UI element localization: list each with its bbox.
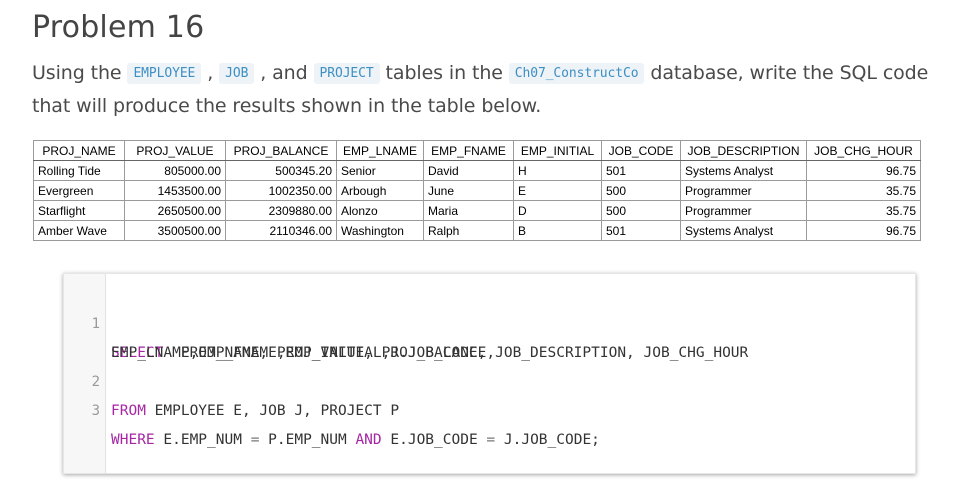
cell-emp-lname: Arbough [336,180,424,201]
cell-job-description: Programmer [680,200,807,221]
cell-job-code: 500 [601,180,681,201]
line-number: 3 [91,403,100,419]
cell-emp-initial: B [513,220,602,241]
where-operand: E.JOB_CODE [381,432,487,448]
table-row: Rolling Tide 805000.00 500345.20 Senior … [33,160,921,181]
column-header: PROJ_NAME [33,140,125,161]
cell-job-code: 501 [601,160,681,181]
column-header: EMP_INITIAL [513,140,602,161]
cell-emp-initial: H [513,160,602,181]
cell-proj-balance: 2309880.00 [225,200,337,221]
cell-emp-lname: Washington [336,220,424,241]
cell-proj-balance: 1002350.00 [225,180,337,201]
cell-job-description: Systems Analyst [680,160,807,181]
result-header-row: PROJ_NAME PROJ_VALUE PROJ_BALANCE EMP_LN… [33,140,921,161]
inline-code-job: JOB [219,63,255,84]
column-header: PROJ_VALUE [124,140,226,161]
where-operand: P.EMP_NUM [259,432,356,448]
column-header: JOB_CHG_HOUR [806,140,921,161]
inline-code-database: Ch07_ConstructCo [508,63,645,84]
cell-job-code: 500 [601,200,681,221]
cell-emp-fname: June [423,180,514,201]
inline-code-project: PROJECT [313,63,380,84]
problem-title: Problem 16 [32,10,205,45]
equals-operator: = [486,432,496,448]
cell-emp-lname: Alonzo [336,200,424,221]
cell-emp-initial: D [513,200,602,221]
cell-job-chg-hour: 96.75 [806,220,921,241]
desc-text-3: tables in the [379,62,509,84]
desc-text-2: , and [254,62,314,84]
column-header: JOB_CODE [601,140,681,161]
cell-emp-fname: Maria [423,200,514,221]
table-row: Evergreen 1453500.00 1002350.00 Arbough … [33,180,921,201]
cell-proj-value: 3500500.00 [124,220,226,241]
code-line-2: 2 FROM EMPLOYEE E, JOB J, PROJECT P [64,339,915,419]
cell-job-chg-hour: 35.75 [806,200,921,221]
cell-proj-value: 805000.00 [124,160,226,181]
cell-proj-name: Amber Wave [33,220,125,241]
cell-proj-value: 1453500.00 [124,180,226,201]
inline-code-employee: EMPLOYEE [127,63,202,84]
table-row: Amber Wave 3500500.00 2110346.00 Washing… [33,220,921,241]
code-line-1: 1 SELECT PROJ_NAME, PROJ_VALUE, PROJ_BAL… [64,281,915,361]
code-line-3: 3 WHERE E.EMP_NUM = P.EMP_NUM AND E.JOB_… [64,368,915,448]
cell-emp-lname: Senior [336,160,424,181]
table-row: Starflight 2650500.00 2309880.00 Alonzo … [33,200,921,221]
cell-job-description: Systems Analyst [680,220,807,241]
from-tables: EMPLOYEE E, JOB J, PROJECT P [145,403,400,419]
cell-job-chg-hour: 96.75 [806,160,921,181]
code-line-1-wrapped: EMP_LNAME,EMP_FNAME,EMP_INITIAL,J.JOB_CO… [64,310,915,361]
cell-proj-balance: 2110346.00 [225,220,337,241]
cell-proj-balance: 500345.20 [225,160,337,181]
cell-proj-name: Starflight [33,200,125,221]
sql-keyword-where: WHERE [111,432,155,448]
where-operand: J.JOB_CODE; [495,432,600,448]
column-header: JOB_DESCRIPTION [680,140,807,161]
sql-keyword-and: AND [355,432,382,448]
cell-emp-fname: Ralph [423,220,514,241]
problem-description: Using the EMPLOYEE , JOB , and PROJECT t… [32,58,952,121]
desc-text-1: Using the [32,62,128,84]
cell-job-code: 501 [601,220,681,241]
result-table: PROJ_NAME PROJ_VALUE PROJ_BALANCE EMP_LN… [33,140,921,241]
cell-emp-fname: David [423,160,514,181]
where-operand: E.EMP_NUM [154,432,251,448]
cell-emp-initial: E [513,180,602,201]
cell-proj-value: 2650500.00 [124,200,226,221]
cell-job-chg-hour: 35.75 [806,180,921,201]
column-header: EMP_LNAME [336,140,424,161]
desc-sep-1: , [201,62,220,84]
cell-proj-name: Evergreen [33,180,125,201]
sql-keyword-from: FROM [111,403,146,419]
cell-proj-name: Rolling Tide [33,160,125,181]
sql-code-block[interactable]: 1 SELECT PROJ_NAME, PROJ_VALUE, PROJ_BAL… [63,273,916,474]
cell-job-description: Programmer [680,180,807,201]
column-header: EMP_FNAME [423,140,514,161]
column-header: PROJ_BALANCE [225,140,337,161]
